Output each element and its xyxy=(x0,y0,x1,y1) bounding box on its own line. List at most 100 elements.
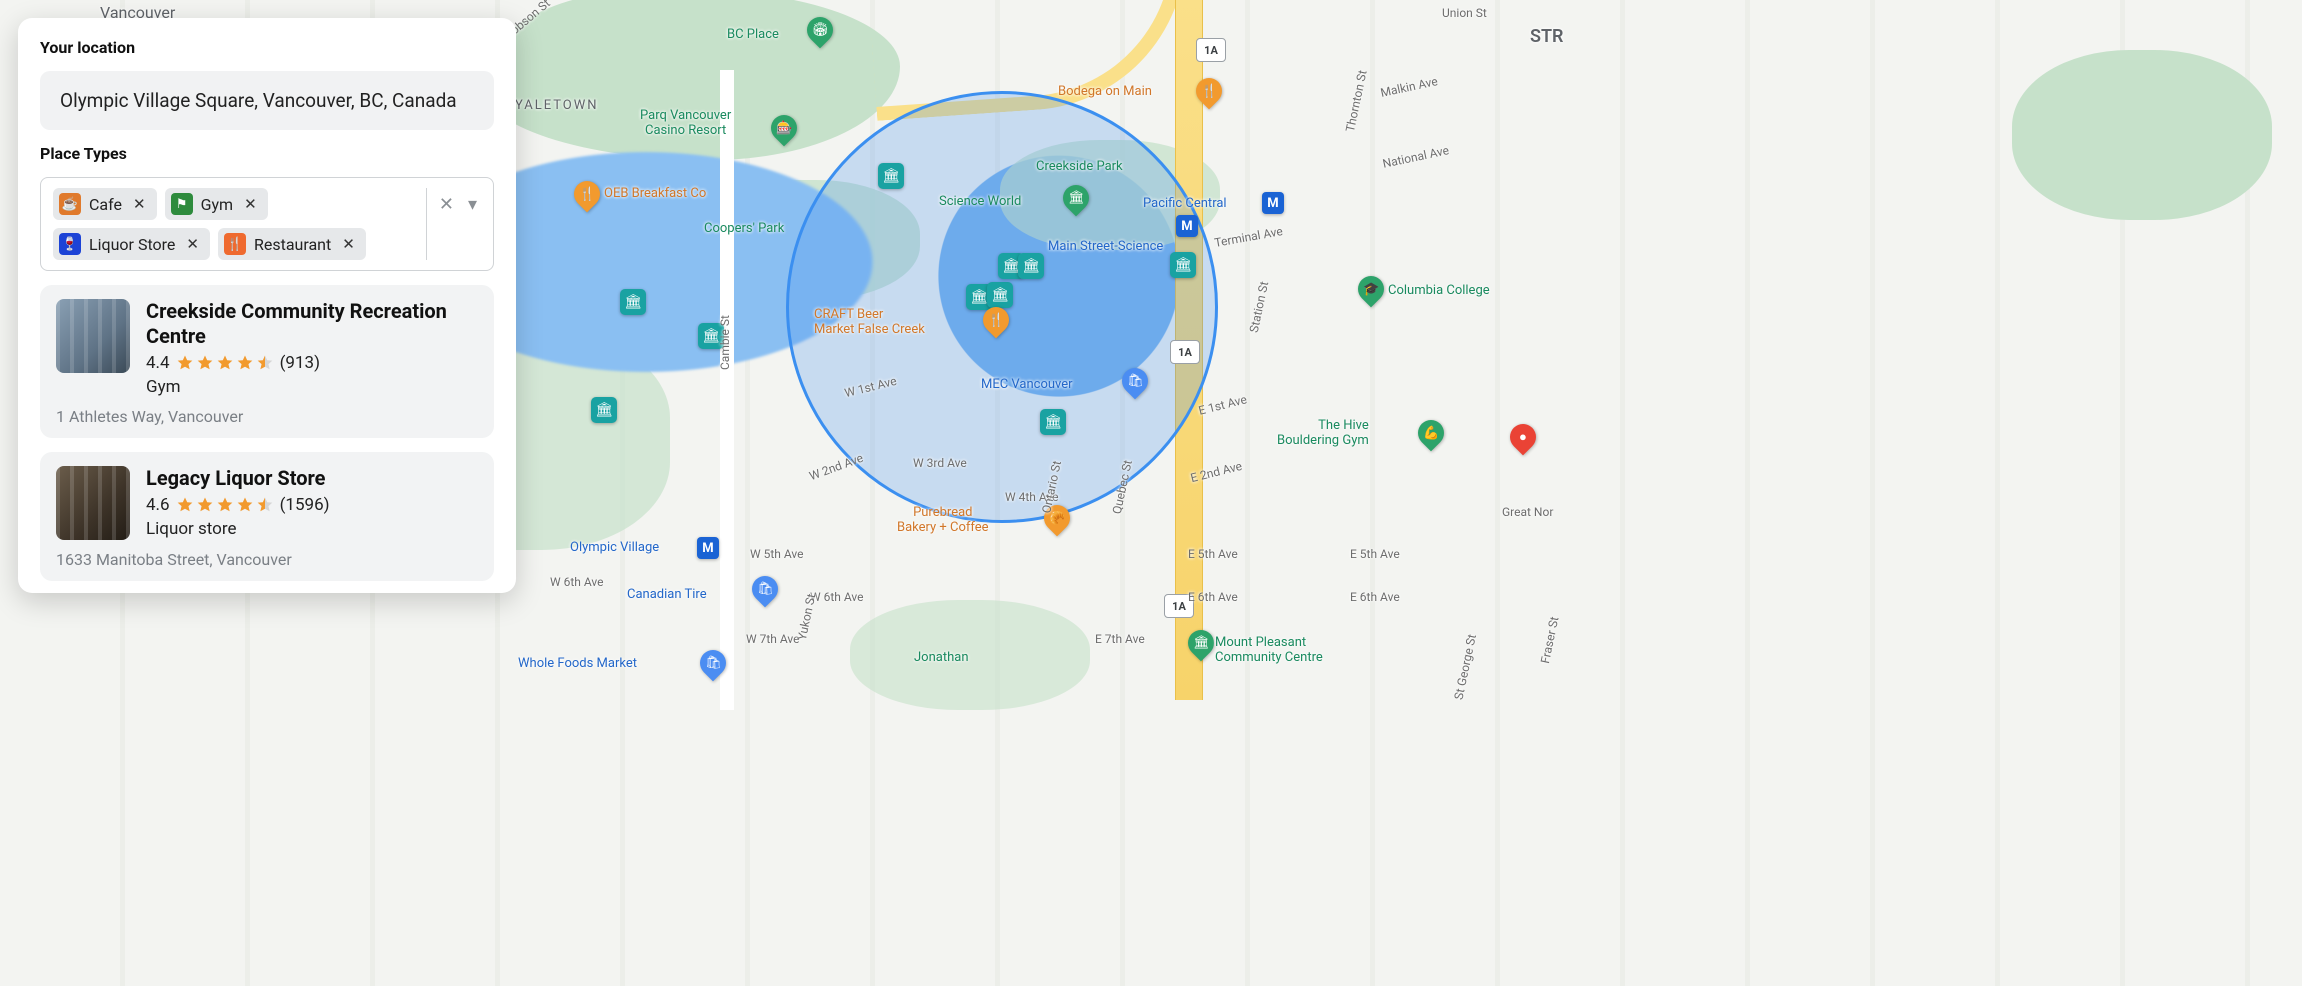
pin-icon: ● xyxy=(1519,429,1527,445)
result-marker[interactable]: 🏛 xyxy=(1040,409,1066,435)
rating-value: 4.4 xyxy=(146,353,170,373)
poi-pin[interactable]: 🎰 xyxy=(771,115,797,141)
road-label: W 5th Ave xyxy=(750,547,804,561)
park-shape xyxy=(850,600,1090,710)
poi-label: Bodega on Main xyxy=(1058,84,1152,99)
poi-pin[interactable]: 🛍 xyxy=(1122,368,1148,394)
road-label: W 3rd Ave xyxy=(913,456,967,470)
result-marker[interactable]: 🏛 xyxy=(878,163,904,189)
poi-pin[interactable]: 🛍 xyxy=(700,650,726,676)
route-shield: 1A xyxy=(1196,38,1226,62)
result-category: Gym xyxy=(146,377,478,397)
poi-pin[interactable]: 🏟 xyxy=(807,17,833,43)
poi-pin[interactable]: 🍴 xyxy=(574,181,600,207)
road-shape xyxy=(720,70,734,710)
chip-remove-icon[interactable]: ✕ xyxy=(130,195,149,213)
shopping-icon: 🛍 xyxy=(705,656,722,671)
result-marker[interactable]: 🏛 xyxy=(1018,253,1044,279)
result-marker[interactable]: 🏛 xyxy=(591,397,617,423)
result-marker[interactable]: 🏛 xyxy=(987,282,1013,308)
school-icon: 🎓 xyxy=(1363,282,1379,297)
district-label: STR xyxy=(1530,26,1564,47)
poi-pin[interactable]: 💪 xyxy=(1418,420,1444,446)
chip-label: Cafe xyxy=(89,195,122,214)
your-location-label: Your location xyxy=(40,38,494,57)
review-count: (1596) xyxy=(280,495,330,515)
poi-label: Main Street-Science xyxy=(1048,239,1163,254)
rating-value: 4.6 xyxy=(146,495,170,515)
result-marker[interactable]: 🏛 xyxy=(1170,252,1196,278)
rating-stars xyxy=(176,354,274,372)
district-label: YALETOWN xyxy=(515,98,599,113)
transit-station-icon[interactable]: M xyxy=(1262,192,1284,214)
poi-label: Coopers' Park xyxy=(704,221,784,236)
clear-all-icon[interactable]: ✕ xyxy=(439,194,454,215)
liquor-icon: 🍷 xyxy=(59,233,81,255)
poi-pin[interactable]: 🛍 xyxy=(752,576,778,602)
search-panel: Your location Olympic Village Square, Va… xyxy=(18,18,516,593)
road-label: E 6th Ave xyxy=(1188,590,1238,604)
poi-pin[interactable]: 🍴 xyxy=(1196,78,1222,104)
poi-label: OEB Breakfast Co xyxy=(604,186,706,201)
road-label: Yukon St xyxy=(795,592,819,641)
results-list: Creekside Community Recreation Centre 4.… xyxy=(40,285,494,593)
restaurant-icon: 🍴 xyxy=(988,313,1004,328)
poi-label: The Hive Bouldering Gym xyxy=(1277,418,1369,448)
road-label: Thornton St xyxy=(1343,69,1370,133)
poi-pin[interactable]: 🎓 xyxy=(1358,276,1384,302)
road-label: W 7th Ave xyxy=(746,632,800,646)
poi-pin[interactable]: 🍴 xyxy=(983,307,1009,333)
poi-label: Creekside Park xyxy=(1036,159,1123,174)
poi-pin[interactable]: 🏛 xyxy=(1188,630,1214,656)
result-marker[interactable]: 🏛 xyxy=(620,289,646,315)
hotel-icon: 🎰 xyxy=(776,121,792,136)
chip-remove-icon[interactable]: ✕ xyxy=(339,235,358,253)
route-shield: 1A xyxy=(1170,340,1200,364)
poi-label: BC Place xyxy=(727,27,779,42)
poi-label: Olympic Village xyxy=(570,540,659,555)
road-label: Great Nor xyxy=(1502,505,1553,519)
result-title: Creekside Community Recreation Centre xyxy=(146,299,478,349)
result-rating: 4.6 (1596) xyxy=(146,495,478,515)
road-label: E 5th Ave xyxy=(1188,547,1238,561)
park-shape xyxy=(2012,50,2272,220)
poi-label: Canadian Tire xyxy=(627,587,707,602)
shopping-icon: 🛍 xyxy=(1127,374,1144,389)
road-label: E 7th Ave xyxy=(1095,632,1145,646)
poi-pin[interactable]: 🏛 xyxy=(1063,185,1089,211)
road-label: Station St xyxy=(1247,280,1271,334)
road-label: W 2nd Ave xyxy=(807,451,865,483)
result-card[interactable]: Creekside Community Recreation Centre 4.… xyxy=(40,285,494,438)
result-card[interactable]: Legacy Liquor Store 4.6 (1596) Liquor st… xyxy=(40,452,494,581)
chip-remove-icon[interactable]: ✕ xyxy=(183,235,202,253)
road-label: Cambie St xyxy=(718,315,732,370)
location-input[interactable]: Olympic Village Square, Vancouver, BC, C… xyxy=(40,71,494,130)
poi-label: Mount Pleasant Community Centre xyxy=(1215,635,1323,665)
review-count: (913) xyxy=(280,353,320,373)
result-title: Legacy Liquor Store xyxy=(146,466,478,491)
type-chip-gym[interactable]: ⚑ Gym ✕ xyxy=(165,188,268,220)
transit-station-icon[interactable]: M xyxy=(697,537,719,559)
road-label: E 1st Ave xyxy=(1197,392,1248,418)
poi-pin[interactable]: ● xyxy=(1510,424,1536,450)
chevron-down-icon[interactable]: ▾ xyxy=(468,194,477,215)
restaurant-icon: 🍴 xyxy=(1201,84,1217,99)
transit-station-icon[interactable]: M xyxy=(1176,215,1198,237)
rating-stars xyxy=(176,496,274,514)
poi-label: MEC Vancouver xyxy=(981,377,1073,392)
result-address: 1 Athletes Way, Vancouver xyxy=(56,407,478,426)
shopping-icon: 🛍 xyxy=(757,582,774,597)
road-label: Union St xyxy=(1442,6,1487,20)
poi-label: Purebread Bakery + Coffee xyxy=(897,505,989,535)
cafe-icon: ☕ xyxy=(59,193,81,215)
road-label: E 5th Ave xyxy=(1350,547,1400,561)
road-label: W 6th Ave xyxy=(550,575,604,589)
type-chip-liquor[interactable]: 🍷 Liquor Store ✕ xyxy=(53,228,210,260)
type-chip-cafe[interactable]: ☕ Cafe ✕ xyxy=(53,188,157,220)
type-chip-restaurant[interactable]: 🍴 Restaurant ✕ xyxy=(218,228,366,260)
place-types-multiselect[interactable]: ☕ Cafe ✕ ⚑ Gym ✕ 🍷 Liquor Store ✕ 🍴 Rest… xyxy=(40,177,494,271)
gym-icon: 💪 xyxy=(1423,426,1439,441)
poi-label: Jonathan xyxy=(914,650,969,665)
chip-remove-icon[interactable]: ✕ xyxy=(241,195,260,213)
result-thumbnail xyxy=(56,466,130,540)
